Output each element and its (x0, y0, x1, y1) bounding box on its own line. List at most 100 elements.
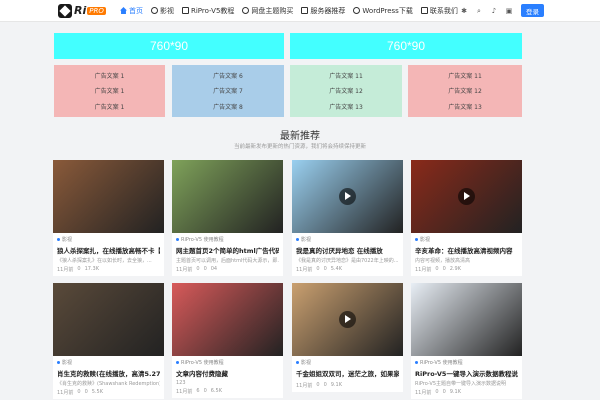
post-category[interactable]: 影视 (415, 236, 518, 243)
logo-text: Ri (74, 4, 87, 17)
section-title: 最新推荐 (280, 131, 320, 142)
post-title[interactable]: 辛亥革命：在线播放高清视频内容 (415, 245, 518, 255)
post-card[interactable]: RiPro-V5 使用教程 文章内容付费隐藏 123 11月前 6 0 6.5K (172, 283, 283, 398)
nav-item-3[interactable]: 网盘主题购买 (242, 6, 293, 16)
nav-item-0[interactable]: 首页 (120, 6, 143, 16)
play-icon[interactable] (339, 311, 356, 328)
bell-icon[interactable]: ♪ (490, 7, 498, 15)
post-category[interactable]: 影视 (57, 359, 160, 366)
post-category[interactable]: RiPro-V5 使用教程 (176, 236, 279, 243)
film-icon (151, 7, 158, 14)
post-meta: 11月前 0 0 5.5K (57, 389, 160, 396)
post-meta-item: 6.5K (210, 388, 222, 394)
post-card[interactable]: 影视肖生克的救赎(在线播放，高清5.27GB) 《肖生克的救赎》(Shawshan… (53, 283, 164, 399)
nav-item-1[interactable]: 影视 (151, 6, 174, 16)
post-thumbnail[interactable] (411, 283, 522, 356)
post-card-body: 影视 千金姐姐双双司，迷茫之旅，如果家... 11月前 0 0 9.1K (292, 356, 403, 392)
post-title[interactable]: 文章内容付费隐藏 (176, 368, 279, 378)
post-meta-item: 04 (210, 266, 218, 272)
banner-ad-left[interactable]: 760*90 (54, 33, 284, 59)
ad-line: 广告文案 1 (94, 88, 125, 96)
post-meta-item: 5.4K (330, 266, 342, 272)
post-meta-item: 2.9K (449, 266, 461, 272)
post-meta-item: 11月前 (296, 383, 313, 389)
post-card-body: RiPro-V5 使用教程 文章内容付费隐藏 123 11月前 6 0 6.5K (172, 356, 283, 398)
ad-box[interactable]: 广告文案 6 广告文案 7 广告文案 8 (172, 65, 284, 117)
ad-line: 广告文案 7 (213, 88, 243, 96)
ad-line: 广告文案 12 (448, 88, 482, 96)
post-card[interactable]: RiPro-V5 使用教程 RiPro-V5一键导入演示数据教程说明 RiPro-V… (411, 283, 522, 399)
post-meta-item: 17.3K (84, 266, 99, 272)
post-meta-item: 0 (196, 266, 200, 272)
cart-icon (242, 7, 250, 14)
post-meta-item: 9.1K (449, 389, 461, 395)
main-nav: 首页 影视 RiPro-V5教程 网盘主题购买 服务器推荐 WordPress下载 联系我们 (120, 6, 466, 16)
banner-ad-right[interactable]: 760*90 (290, 33, 522, 59)
post-card-body: 影视肖生克的救赎(在线播放，高清5.27GB) 《肖生克的救赎》(Shawshan… (53, 356, 164, 399)
post-category[interactable]: 影视 (296, 359, 399, 366)
post-excerpt: RiPro-V5主题自带一键导入演示数据说明 (415, 381, 507, 387)
post-title[interactable]: 狼人杀探案扎，在线播放高畅不卡【2.5... (57, 245, 160, 255)
gear-icon[interactable]: ✱ (460, 7, 468, 15)
post-meta-item: 0 (316, 266, 320, 272)
post-card-body: 影视狼人杀探案扎，在线播放高畅不卡【2.5... 《狼人杀探案扎》在以如长时，去全… (53, 233, 164, 276)
nav-item-5[interactable]: WordPress下载 (353, 6, 413, 16)
post-category[interactable]: 影视 (296, 236, 399, 243)
post-card[interactable]: 影视狼人杀探案扎，在线播放高畅不卡【2.5... 《狼人杀探案扎》在以如长时，去全… (53, 160, 164, 276)
top-navbar: Ri PRO 首页 影视 RiPro-V5教程 网盘主题购买 服务器推荐 WordPres… (0, 0, 600, 22)
post-title[interactable]: 网主题首页2个简单的html广告代码 (176, 245, 279, 255)
post-card[interactable]: RiPro-V5 使用教程 网主题首页2个简单的html广告代码 主题首页可以调用，… (172, 160, 283, 276)
cart-icon[interactable]: ▣ (505, 7, 513, 15)
banner-ad-label: 760*90 (386, 39, 426, 53)
site-logo[interactable]: Ri PRO (58, 3, 120, 19)
post-meta: 11月前 0 0 04 (176, 266, 279, 273)
post-thumbnail[interactable] (292, 283, 403, 356)
post-thumbnail[interactable] (172, 160, 283, 233)
post-meta-item: 11月前 (176, 389, 193, 395)
nav-item-4[interactable]: 服务器推荐 (301, 6, 345, 16)
banner-ad-label: 760*90 (149, 39, 189, 53)
login-button[interactable]: 登录 (521, 4, 544, 17)
ad-box[interactable]: 广告文案 11 广告文案 12 广告文案 13 (290, 65, 402, 117)
ad-box[interactable]: 广告文案 11 广告文案 12 广告文案 13 (408, 65, 522, 117)
post-meta-item: 0 (203, 266, 207, 272)
post-card[interactable]: 影视 辛亥革命：在线播放高清视频内容 内容可视频，播放高清高 11月前 0 0 2.9K (411, 160, 522, 276)
play-icon[interactable] (458, 188, 475, 205)
post-card[interactable]: 影视 千金姐姐双双司，迷茫之旅，如果家... 11月前 0 0 9.1K (292, 283, 403, 392)
server-icon (301, 7, 309, 14)
post-meta-item: 0 (84, 389, 88, 395)
post-meta-item: 6 (196, 388, 200, 394)
ad-line: 广告文案 8 (213, 103, 243, 111)
post-title[interactable]: 肖生克的救赎(在线播放，高清5.27GB) (57, 368, 160, 378)
post-meta: 11月前 0 0 5.4K (296, 266, 399, 273)
post-meta-item: 0 (203, 388, 207, 394)
nav-item-label: RiPro-V5教程 (191, 6, 235, 15)
ad-line: 广告文案 11 (448, 73, 482, 81)
post-meta-item: 0 (442, 389, 446, 395)
post-meta-item: 9.1K (330, 382, 342, 388)
post-thumbnail[interactable] (292, 160, 403, 233)
post-title[interactable]: 我是真的讨厌异地恋 在线播放 (296, 245, 399, 255)
post-card[interactable]: 影视 我是真的讨厌异地恋 在线播放 《我是真的讨厌异地恋》是由7022年上映的...… (292, 160, 403, 276)
post-category[interactable]: RiPro-V5 使用教程 (415, 359, 518, 366)
post-thumbnail[interactable] (53, 160, 164, 233)
search-icon[interactable]: ⌕ (475, 7, 483, 15)
post-thumbnail[interactable] (53, 283, 164, 356)
post-meta: 11月前 0 0 9.1K (296, 382, 399, 389)
post-thumbnail[interactable] (172, 283, 283, 356)
post-meta-item: 11月前 (296, 267, 313, 273)
post-category[interactable]: RiPro-V5 使用教程 (176, 359, 279, 366)
post-meta-item: 11月前 (176, 267, 193, 273)
ad-box[interactable]: 广告文案 1 广告文案 1 广告文案 1 (54, 65, 165, 117)
post-title[interactable]: 千金姐姐双双司，迷茫之旅，如果家... (296, 368, 399, 378)
post-meta-item: 0 (316, 382, 320, 388)
post-card-body: 影视 我是真的讨厌异地恋 在线播放 《我是真的讨厌异地恋》是由7022年上映的...… (292, 233, 403, 276)
nav-item-2[interactable]: RiPro-V5教程 (182, 6, 234, 16)
post-category[interactable]: 影视 (57, 236, 160, 243)
ad-line: 广告文案 13 (448, 103, 482, 111)
post-title[interactable]: RiPro-V5一键导入演示数据教程说明 (415, 368, 518, 378)
post-thumbnail[interactable] (411, 160, 522, 233)
login-label: 登录 (526, 7, 539, 16)
post-card-body: 影视 辛亥革命：在线播放高清视频内容 内容可视频，播放高清高 11月前 0 0 2.9K (411, 233, 522, 276)
play-icon[interactable] (339, 188, 356, 205)
